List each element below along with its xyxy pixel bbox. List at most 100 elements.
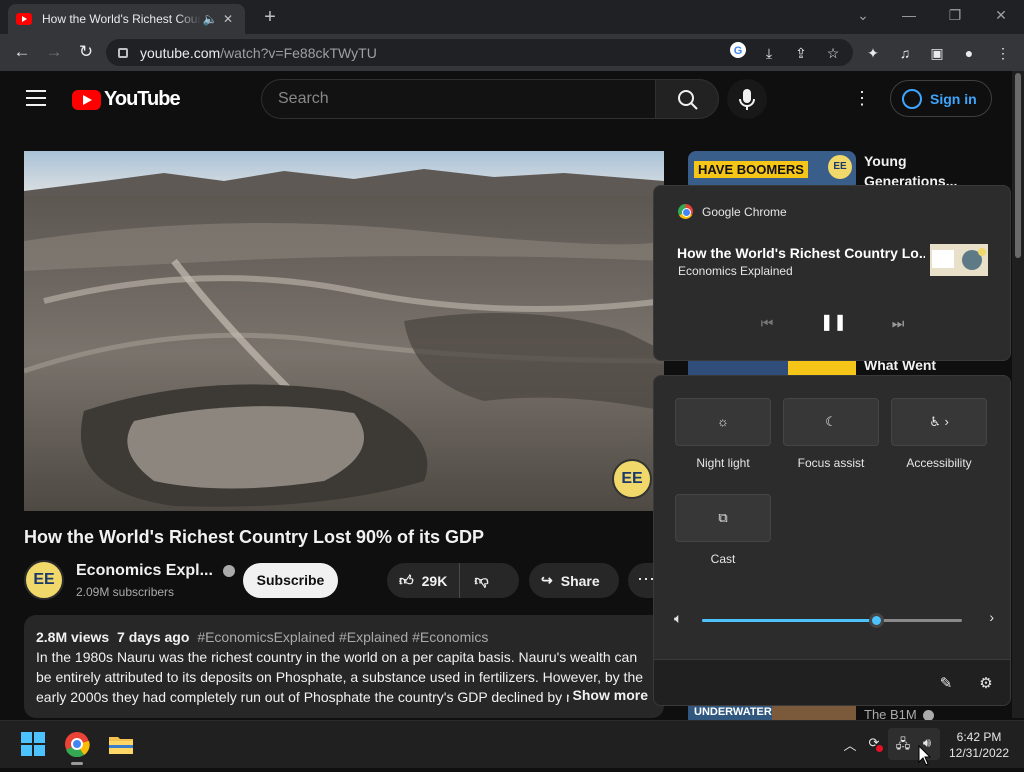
thumbnail-badge: EE (828, 155, 852, 179)
speaker-icon[interactable]: 🔈︎ (674, 610, 682, 627)
recommended-thumbnail[interactable]: UNDERWATER (688, 706, 856, 720)
youtube-favicon-icon (16, 13, 32, 25)
file-explorer-icon[interactable] (108, 731, 134, 757)
media-control-icon[interactable]: ♫ (894, 42, 916, 64)
forward-button[interactable]: → (42, 40, 66, 64)
minimize-button[interactable]: — (886, 0, 932, 30)
description-text: In the 1980s Nauru was the richest count… (36, 649, 644, 705)
menu-icon[interactable] (26, 90, 46, 106)
restore-button[interactable]: ❐ (932, 0, 978, 30)
share-button[interactable]: ↪ Share (529, 563, 619, 598)
volume-fill (702, 619, 877, 622)
reload-button[interactable]: ↻ (74, 40, 98, 64)
voice-search-button[interactable] (727, 79, 767, 119)
media-track-title: How the World's Richest Country Lo... (677, 245, 925, 261)
profile-icon[interactable]: ● (958, 42, 980, 64)
back-button[interactable]: ← (10, 40, 34, 64)
speaker-icon[interactable]: 🔈 (201, 12, 219, 26)
network-icon[interactable]: 🖧︎ (893, 735, 913, 757)
google-icon[interactable]: G (727, 41, 749, 63)
share-arrow-icon: ↪ (541, 572, 553, 588)
dislike-button[interactable]: 👎︎ (460, 572, 502, 589)
clock-time: 6:42 PM (956, 730, 1002, 744)
like-button[interactable]: 👍︎ 29K (387, 563, 461, 598)
share-page-icon[interactable]: ⇪ (790, 42, 812, 64)
search-icon (678, 90, 698, 110)
video-player[interactable]: EE (24, 151, 664, 511)
edit-pencil-icon[interactable]: ✎ (934, 672, 958, 696)
settings-menu-icon[interactable]: ⋮ (853, 88, 871, 110)
verified-icon (223, 564, 236, 577)
video-frame (24, 151, 664, 511)
youtube-logo[interactable]: YouTube (72, 88, 181, 111)
night-light-toggle[interactable]: ☼ (675, 398, 771, 446)
video-description[interactable]: 2.8M views 7 days ago #EconomicsExplaine… (24, 615, 664, 718)
hashtags[interactable]: #EconomicsExplained #Explained #Economic… (197, 629, 488, 645)
media-track-artist: Economics Explained (678, 264, 793, 278)
sign-in-button[interactable]: Sign in (890, 80, 992, 117)
channel-avatar[interactable]: EE (24, 560, 64, 600)
volume-thumb[interactable] (869, 613, 885, 628)
cast-toggle[interactable]: ⧉ (675, 494, 771, 542)
thumbnail-text: UNDERWATER (694, 706, 772, 718)
channel-name[interactable]: Economics Expl... (76, 562, 236, 580)
clock-date: 12/31/2022 (948, 746, 1010, 760)
windows-start-icon[interactable] (20, 731, 46, 757)
tab-close-icon[interactable]: ✕ (219, 12, 237, 26)
media-thumbnail (930, 244, 988, 276)
close-window-button[interactable]: ✕ (978, 0, 1024, 30)
account-icon (902, 88, 922, 109)
recommended-title-line: Young (864, 153, 907, 169)
quick-settings-footer: ✎ ⚙ (654, 659, 1010, 705)
video-title: How the World's Richest Country Lost 90%… (24, 527, 484, 547)
previous-track-icon[interactable]: ⏮ (755, 311, 779, 335)
active-app-indicator (71, 762, 83, 765)
tile-label: Night light (696, 456, 750, 470)
accessibility-toggle[interactable]: ♿︎ › (891, 398, 987, 446)
focus-assist-toggle[interactable]: ☾ (783, 398, 879, 446)
description-body: In the 1980s Nauru was the richest count… (36, 647, 652, 707)
next-track-icon[interactable]: ⏭ (886, 311, 910, 335)
volume-slider[interactable] (702, 613, 962, 628)
browser-tab[interactable]: How the World's Richest Country Lost 90%… (8, 4, 245, 34)
quick-settings-panel: ☼ Night light ☾ Focus assist ♿︎ › Access… (653, 375, 1011, 706)
show-more-link[interactable]: Show more (568, 685, 648, 705)
tab-search-icon[interactable]: ⌄ (840, 0, 886, 30)
thumbnail-text: HAVE BOOMERS (694, 161, 808, 178)
show-hidden-icons-chevron-icon[interactable]: ︿ (840, 735, 860, 754)
chevron-right-icon: › (944, 414, 949, 429)
chrome-menu-icon[interactable]: ⋮ (992, 42, 1014, 64)
microphone-icon (739, 89, 755, 110)
subscribe-button[interactable]: Subscribe (243, 563, 338, 598)
lock-icon[interactable] (118, 47, 128, 58)
channel-watermark[interactable]: EE (612, 459, 652, 499)
chrome-taskbar-icon[interactable] (64, 731, 90, 758)
recommended-thumbnail[interactable] (688, 361, 856, 375)
url-host: youtube.com (140, 44, 221, 61)
bookmark-star-icon[interactable]: ☆ (822, 42, 844, 64)
extensions-icon[interactable]: ✦ (862, 42, 884, 64)
side-panel-icon[interactable]: ▣ (926, 42, 948, 64)
media-flyout: Google Chrome How the World's Richest Co… (653, 185, 1011, 361)
install-app-icon[interactable]: ⤓ (758, 42, 780, 64)
new-tab-button[interactable]: + (258, 6, 282, 30)
upload-age: 7 days ago (117, 629, 190, 645)
view-count: 2.8M views (36, 629, 110, 645)
sign-in-label: Sign in (930, 90, 977, 107)
tab-title: How the World's Richest Country Lost 90%… (42, 12, 201, 26)
pause-icon[interactable]: ❚❚ (820, 311, 847, 335)
youtube-play-icon (72, 89, 101, 110)
volume-control: 🔈︎ › (674, 608, 994, 632)
page-scrollbar[interactable] (1012, 71, 1024, 718)
media-app-name: Google Chrome (702, 204, 787, 219)
thumbs-down-icon: 👎︎ (474, 572, 489, 588)
search-input[interactable]: Search (261, 79, 656, 119)
share-label: Share (560, 572, 600, 589)
tile-label: Cast (710, 552, 736, 566)
system-clock[interactable]: 6:42 PM 12/31/2022 (947, 729, 1011, 761)
channel-name-text: Economics Expl... (76, 562, 213, 579)
tile-label: Accessibility (906, 456, 972, 470)
settings-gear-icon[interactable]: ⚙ (974, 672, 998, 696)
search-button[interactable] (655, 79, 719, 119)
audio-output-chevron-icon[interactable]: › (989, 609, 994, 625)
